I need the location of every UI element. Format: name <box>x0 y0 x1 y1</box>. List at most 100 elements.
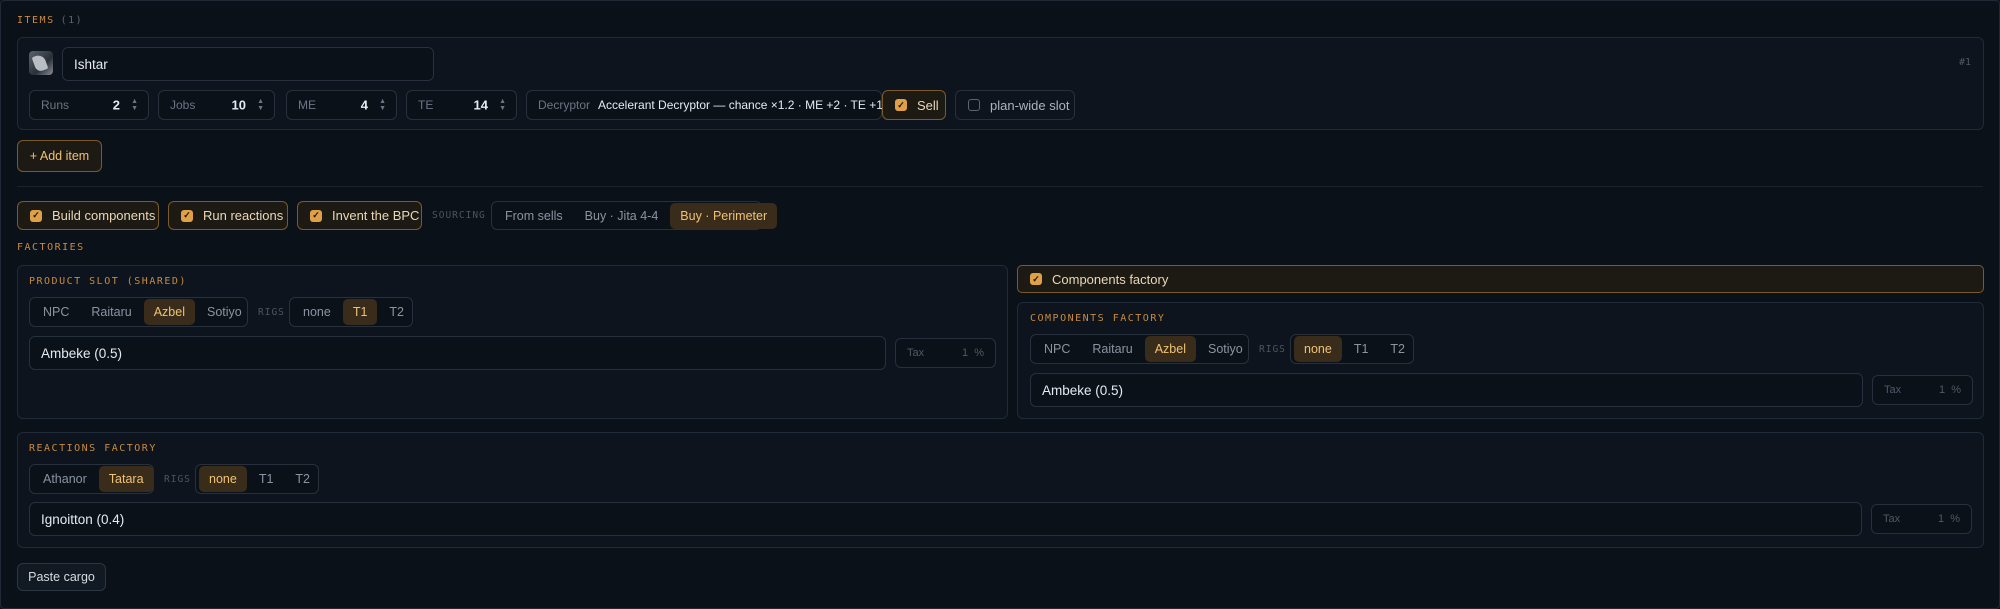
product-tax-unit: % <box>974 347 984 359</box>
components-structure-raitaru[interactable]: Raitaru <box>1082 336 1142 362</box>
product-system-input[interactable]: Ambeke (0.5) <box>29 336 886 370</box>
sourcing-option-from-sells[interactable]: From sells <box>495 203 573 229</box>
product-slot-panel: PRODUCT SLOT (SHARED) NPC Raitaru Azbel … <box>17 265 1008 419</box>
components-structure-azbel[interactable]: Azbel <box>1144 336 1196 362</box>
invent-bpc-checkbox-icon: ✓ <box>310 209 322 222</box>
plan-wide-label: plan-wide slot <box>990 97 1070 113</box>
sell-toggle[interactable]: ✓ Sell <box>882 90 946 120</box>
decryptor-label: Decryptor <box>538 98 591 112</box>
components-tax-number: 1 <box>1938 384 1946 396</box>
components-rigs-segmented: none T1 T2 <box>1290 334 1414 364</box>
runs-field[interactable]: Runs 2 ▲ ▼ <box>29 90 149 120</box>
jobs-stepper-icon[interactable]: ▲ ▼ <box>257 98 264 112</box>
components-factory-checkbox-icon: ✓ <box>1030 273 1042 285</box>
te-value: 14 <box>473 97 488 113</box>
divider <box>17 186 1983 187</box>
item-name-input[interactable]: Ishtar <box>62 47 434 81</box>
components-structure-npc[interactable]: NPC <box>1034 336 1080 362</box>
reactions-rig-t1[interactable]: T1 <box>249 466 284 492</box>
components-factory-toggle-label: Components factory <box>1052 271 1169 287</box>
decryptor-select[interactable]: Decryptor Accelerant Decryptor — chance … <box>526 90 890 120</box>
me-stepper-icon[interactable]: ▲ ▼ <box>379 98 386 112</box>
components-rig-none[interactable]: none <box>1294 336 1342 362</box>
product-structure-sotiyo[interactable]: Sotiyo <box>197 299 252 325</box>
me-label: ME <box>298 98 316 112</box>
me-field[interactable]: ME 4 ▲ ▼ <box>286 90 397 120</box>
plan-wide-slot-toggle[interactable]: plan-wide slot <box>955 90 1075 120</box>
items-label-text: ITEMS <box>17 15 55 26</box>
components-factory-title: COMPONENTS FACTORY <box>1030 313 1166 324</box>
reactions-system-value: Ignoitton (0.4) <box>41 511 125 527</box>
reactions-structure-athanor[interactable]: Athanor <box>33 466 97 492</box>
reactions-rig-none[interactable]: none <box>199 466 247 492</box>
sourcing-segmented: From sells Buy · Jita 4-4 Buy · Perimete… <box>491 201 778 230</box>
paste-cargo-button[interactable]: Paste cargo <box>17 563 106 591</box>
jobs-field[interactable]: Jobs 10 ▲ ▼ <box>158 90 275 120</box>
reactions-tax-value: 1 % <box>1938 513 1960 525</box>
product-structure-raitaru[interactable]: Raitaru <box>81 299 141 325</box>
product-tax-field[interactable]: Tax 1 % <box>895 338 996 368</box>
reactions-tax-number: 1 <box>1937 513 1945 525</box>
add-item-button[interactable]: + Add item <box>17 140 102 172</box>
components-rig-t1[interactable]: T1 <box>1344 336 1379 362</box>
sourcing-option-jita[interactable]: Buy · Jita 4-4 <box>575 203 669 229</box>
product-rigs-segmented: none T1 T2 <box>289 297 413 327</box>
te-label: TE <box>418 98 434 112</box>
build-components-checkbox-icon: ✓ <box>30 209 42 222</box>
components-factory-toggle[interactable]: ✓ Components factory <box>1017 265 1984 293</box>
components-tax-unit: % <box>1951 384 1961 396</box>
product-rigs-label: RIGS <box>258 307 285 318</box>
items-count: (1) <box>60 15 84 26</box>
ship-thumbnail <box>29 51 53 75</box>
components-rig-t2[interactable]: T2 <box>1380 336 1415 362</box>
product-rig-t2[interactable]: T2 <box>379 299 414 325</box>
run-reactions-label: Run reactions <box>203 208 284 223</box>
components-factory-panel: COMPONENTS FACTORY NPC Raitaru Azbel Sot… <box>1017 302 1984 419</box>
product-structure-npc[interactable]: NPC <box>33 299 79 325</box>
runs-stepper-icon[interactable]: ▲ ▼ <box>131 98 138 112</box>
product-tax-label: Tax <box>907 347 925 359</box>
sell-label: Sell <box>917 97 939 113</box>
product-slot-title: PRODUCT SLOT (SHARED) <box>29 276 187 287</box>
reactions-factory-title: REACTIONS FACTORY <box>29 443 157 454</box>
plan-wide-checkbox-icon <box>968 99 980 111</box>
product-tax-number: 1 <box>961 347 969 359</box>
invent-bpc-label: Invent the BPC <box>332 208 420 223</box>
reactions-structure-tatara[interactable]: Tatara <box>98 466 154 492</box>
reactions-tax-label: Tax <box>1883 513 1901 525</box>
reactions-rigs-label: RIGS <box>164 474 191 485</box>
product-rig-t1[interactable]: T1 <box>342 299 378 325</box>
jobs-label: Jobs <box>170 98 196 112</box>
reactions-rig-t2[interactable]: T2 <box>285 466 320 492</box>
reactions-structure-segmented: Athanor Tatara <box>29 464 154 494</box>
components-system-value: Ambeke (0.5) <box>1042 382 1124 398</box>
sourcing-option-perimeter[interactable]: Buy · Perimeter <box>670 202 778 229</box>
product-rig-none[interactable]: none <box>293 299 341 325</box>
item-card: Ishtar #1 Runs 2 ▲ ▼ Jobs 10 ▲ ▼ ME 4 ▲ ▼ T… <box>17 37 1984 130</box>
item-index: #1 <box>1958 57 1971 68</box>
reactions-system-input[interactable]: Ignoitton (0.4) <box>29 502 1862 536</box>
components-structure-segmented: NPC Raitaru Azbel Sotiyo <box>1030 334 1249 364</box>
components-tax-label: Tax <box>1884 384 1902 396</box>
product-system-value: Ambeke (0.5) <box>41 345 123 361</box>
item-name-value: Ishtar <box>74 56 108 72</box>
decryptor-value: Accelerant Decryptor — chance ×1.2 · ME … <box>598 98 890 112</box>
items-section-label: ITEMS (1) <box>17 15 83 26</box>
build-components-label: Build components <box>52 208 156 223</box>
runs-value: 2 <box>112 97 120 113</box>
reactions-tax-unit: % <box>1950 513 1960 525</box>
reactions-rigs-segmented: none T1 T2 <box>195 464 319 494</box>
invent-bpc-toggle[interactable]: ✓ Invent the BPC <box>297 201 422 230</box>
reactions-tax-field[interactable]: Tax 1 % <box>1871 504 1972 534</box>
te-stepper-icon[interactable]: ▲ ▼ <box>499 98 506 112</box>
runs-label: Runs <box>41 98 70 112</box>
components-tax-field[interactable]: Tax 1 % <box>1872 375 1973 405</box>
build-components-toggle[interactable]: ✓ Build components <box>17 201 159 230</box>
te-field[interactable]: TE 14 ▲ ▼ <box>406 90 517 120</box>
run-reactions-toggle[interactable]: ✓ Run reactions <box>168 201 288 230</box>
components-structure-sotiyo[interactable]: Sotiyo <box>1198 336 1253 362</box>
factories-label: FACTORIES <box>17 242 85 253</box>
product-structure-azbel[interactable]: Azbel <box>143 299 195 325</box>
product-tax-value: 1 % <box>962 347 984 359</box>
components-system-input[interactable]: Ambeke (0.5) <box>1030 373 1863 407</box>
